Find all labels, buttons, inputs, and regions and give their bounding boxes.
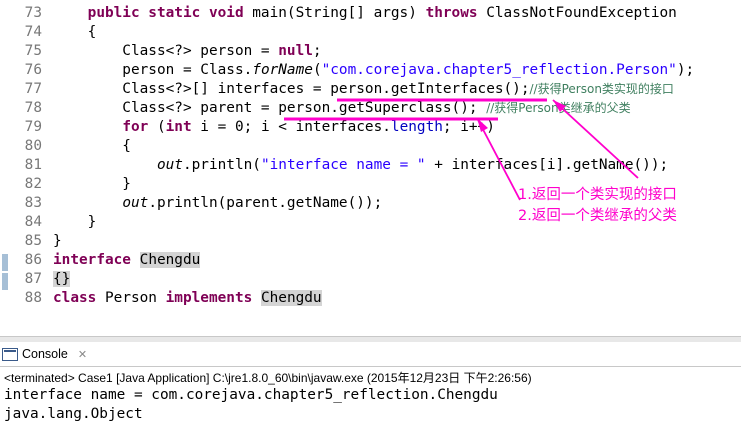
line-number: 74 (24, 24, 42, 40)
code-text: Class<?> parent = person.getSuperclass()… (53, 100, 631, 116)
line-number: 84 (24, 214, 42, 230)
console-output-line: java.lang.Object (4, 406, 143, 422)
line-number: 82 (24, 176, 42, 192)
code-text: { (53, 24, 97, 40)
code-text: for (int i = 0; i < interfaces.length; i… (122, 119, 495, 135)
line-number: 85 (24, 233, 42, 249)
code-text: public static void main(String[] args) t… (87, 5, 677, 21)
code-text: out.println("interface name = " + interf… (156, 157, 669, 173)
line-number: 73 (24, 5, 42, 21)
code-text: interface Chengdu (53, 252, 201, 268)
code-text: } (53, 176, 131, 192)
close-icon[interactable]: ✕ (78, 348, 87, 361)
annotation-note-2: 2.返回一个类继承的父类 (518, 208, 677, 224)
line-number: 78 (24, 100, 42, 116)
console-icon (2, 347, 18, 361)
line-number: 80 (24, 138, 42, 154)
code-editor[interactable]: 73 public static void main(String[] args… (0, 0, 741, 336)
line-number: 77 (24, 81, 42, 97)
tab-console[interactable]: Console ✕ (2, 344, 87, 364)
line-number: 88 (24, 290, 42, 306)
line-number: 86 (24, 252, 42, 268)
code-text: person = Class.forName("com.corejava.cha… (53, 62, 695, 78)
code-text: out.println(parent.getName()); (122, 195, 383, 211)
line-number: 79 (24, 119, 42, 135)
line-number: 83 (24, 195, 42, 211)
code-text: class Person implements Chengdu (53, 290, 322, 306)
code-text: {} (53, 271, 71, 287)
code-text: Class<?>[] interfaces = person.getInterf… (53, 81, 674, 97)
line-number: 81 (24, 157, 42, 173)
code-text: Class<?> person = null; (53, 43, 322, 59)
code-text: } (53, 214, 97, 230)
console-status: <terminated> Case1 [Java Application] C:… (4, 371, 532, 385)
code-text: { (53, 138, 131, 154)
console-output-line: interface name = com.corejava.chapter5_r… (4, 387, 498, 403)
line-number: 76 (24, 62, 42, 78)
line-number: 87 (24, 271, 42, 287)
console-tab-label: Console (22, 347, 68, 361)
line-number: 75 (24, 43, 42, 59)
code-text: } (53, 233, 62, 249)
console-tab-bar: Console ✕ (0, 342, 741, 367)
annotation-note-1: 1.返回一个类实现的接口 (518, 187, 677, 203)
